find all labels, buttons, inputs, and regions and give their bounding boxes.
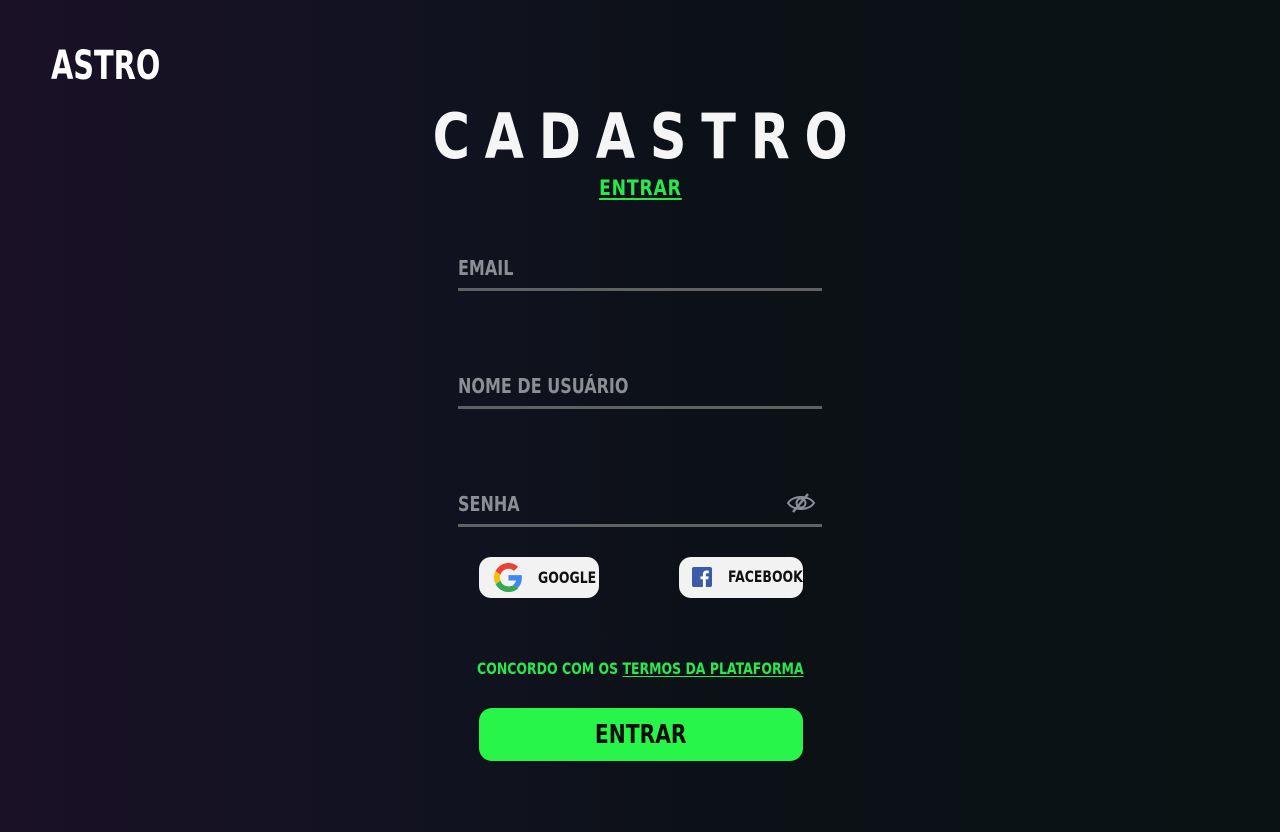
eye-slash-icon[interactable] bbox=[786, 492, 816, 514]
page-title-text: CADASTRO bbox=[432, 100, 863, 173]
submit-button[interactable]: ENTRAR bbox=[479, 708, 803, 761]
password-input[interactable] bbox=[458, 488, 778, 520]
login-link-container: ENTRAR bbox=[0, 176, 1280, 200]
terms-text: CONCORDO COM OS TERMOS DA PLATAFORMA bbox=[477, 659, 804, 678]
google-label: GOOGLE bbox=[538, 568, 597, 587]
google-login-button[interactable]: GOOGLE bbox=[479, 557, 599, 598]
facebook-logo-icon bbox=[692, 567, 712, 587]
facebook-label: FACEBOOK bbox=[728, 567, 803, 586]
terms-agreement: CONCORDO COM OS TERMOS DA PLATAFORMA bbox=[0, 659, 1280, 678]
login-link[interactable]: ENTRAR bbox=[599, 176, 682, 200]
password-field bbox=[458, 480, 822, 527]
facebook-login-button[interactable]: FACEBOOK bbox=[679, 557, 803, 598]
email-field bbox=[458, 244, 822, 291]
terms-link[interactable]: TERMOS DA PLATAFORMA bbox=[622, 659, 803, 678]
terms-prefix: CONCORDO COM OS bbox=[476, 659, 623, 678]
page-title: CADASTRO bbox=[0, 100, 1280, 174]
submit-label: ENTRAR bbox=[595, 719, 687, 750]
username-input[interactable] bbox=[458, 370, 778, 402]
brand-logo[interactable]: ASTRO bbox=[51, 42, 160, 90]
username-field bbox=[458, 362, 822, 409]
email-input[interactable] bbox=[458, 252, 778, 284]
google-logo-icon bbox=[494, 563, 523, 592]
